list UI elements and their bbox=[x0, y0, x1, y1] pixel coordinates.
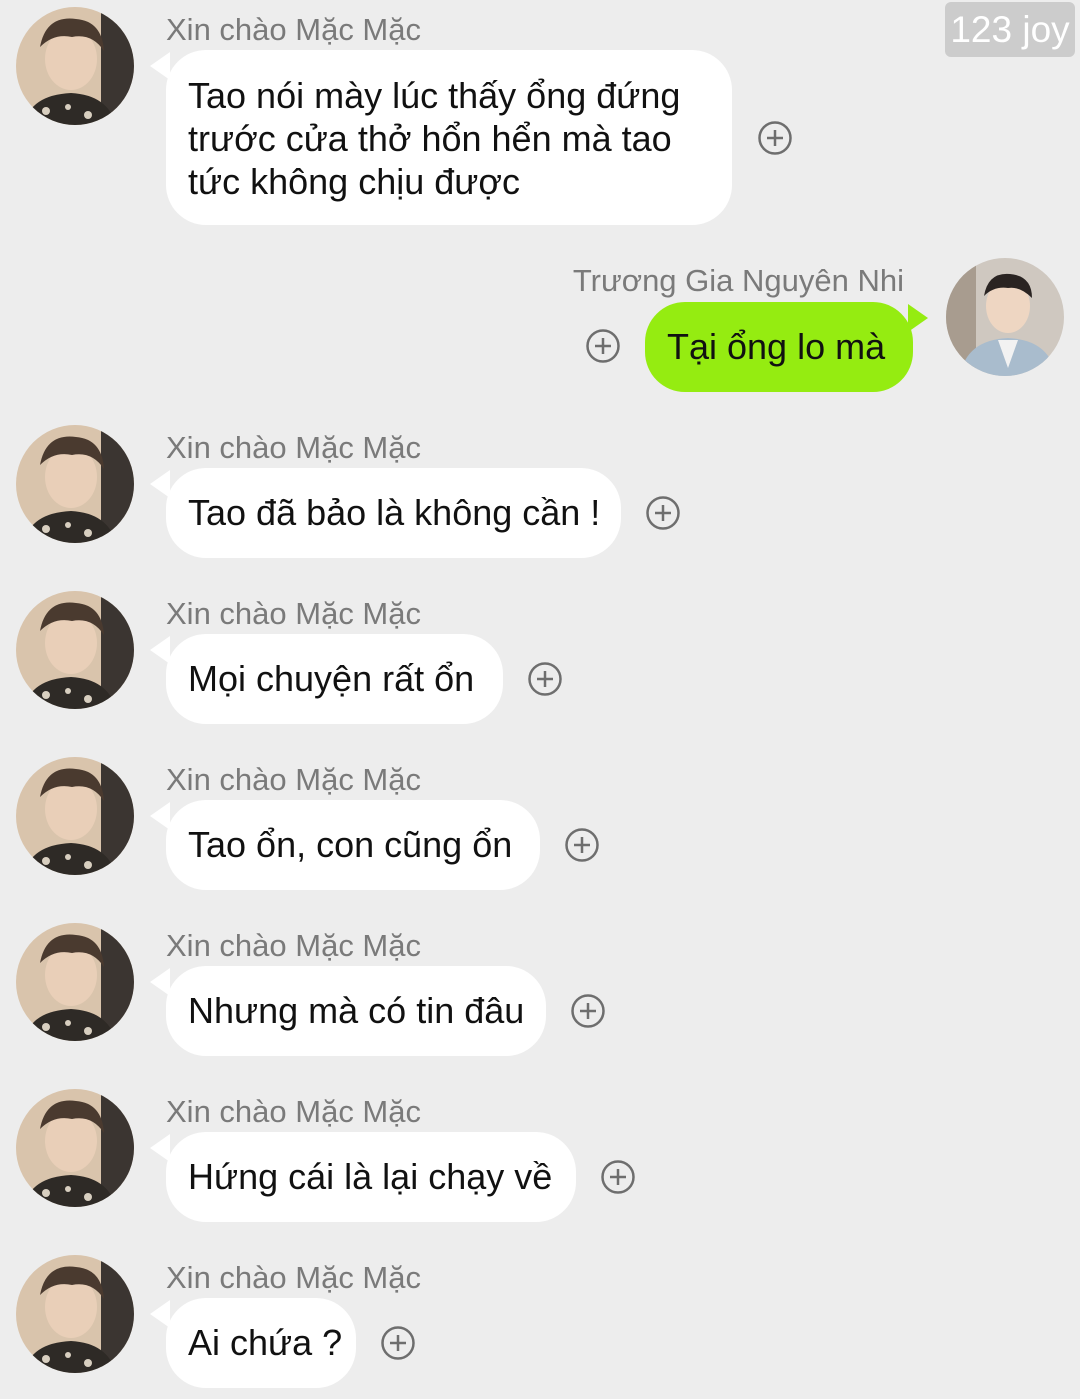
bubble-tail bbox=[150, 470, 170, 498]
avatar[interactable] bbox=[16, 1089, 134, 1207]
bubble-tail bbox=[150, 636, 170, 664]
bubble-tail bbox=[150, 968, 170, 996]
message-bubble[interactable]: Hứng cái là lại chạy về bbox=[166, 1132, 576, 1222]
plus-circle-icon[interactable] bbox=[586, 329, 620, 363]
sender-name: Xin chào Mặc Mặc bbox=[166, 12, 421, 47]
avatar[interactable] bbox=[16, 7, 134, 125]
message-bubble[interactable]: Tại ổng lo mà bbox=[645, 302, 913, 392]
avatar[interactable] bbox=[946, 258, 1064, 376]
sender-name: Xin chào Mặc Mặc bbox=[166, 1260, 421, 1295]
bubble-tail bbox=[150, 1134, 170, 1162]
sender-name: Xin chào Mặc Mặc bbox=[166, 596, 421, 631]
message-bubble[interactable]: Tao ổn, con cũng ổn bbox=[166, 800, 540, 890]
message-bubble[interactable]: Ai chứa ? bbox=[166, 1298, 356, 1388]
sender-name: Xin chào Mặc Mặc bbox=[166, 1094, 421, 1129]
plus-circle-icon[interactable] bbox=[646, 496, 680, 530]
bubble-tail bbox=[908, 304, 928, 332]
watermark: 123 joy bbox=[945, 2, 1075, 57]
plus-circle-icon[interactable] bbox=[571, 994, 605, 1028]
avatar[interactable] bbox=[16, 1255, 134, 1373]
bubble-tail bbox=[150, 1300, 170, 1328]
avatar[interactable] bbox=[16, 757, 134, 875]
sender-name: Trương Gia Nguyên Nhi bbox=[572, 263, 904, 298]
bubble-tail bbox=[150, 52, 170, 80]
plus-circle-icon[interactable] bbox=[601, 1160, 635, 1194]
sender-name: Xin chào Mặc Mặc bbox=[166, 430, 421, 465]
message-bubble[interactable]: Nhưng mà có tin đâu bbox=[166, 966, 546, 1056]
plus-circle-icon[interactable] bbox=[528, 662, 562, 696]
avatar[interactable] bbox=[16, 591, 134, 709]
plus-circle-icon[interactable] bbox=[758, 121, 792, 155]
message-bubble[interactable]: Tao đã bảo là không cần ! bbox=[166, 468, 621, 558]
avatar[interactable] bbox=[16, 923, 134, 1041]
sender-name: Xin chào Mặc Mặc bbox=[166, 928, 421, 963]
bubble-tail bbox=[150, 802, 170, 830]
sender-name: Xin chào Mặc Mặc bbox=[166, 762, 421, 797]
plus-circle-icon[interactable] bbox=[381, 1326, 415, 1360]
message-bubble[interactable]: Tao nói mày lúc thấy ổng đứng trước cửa … bbox=[166, 50, 732, 225]
avatar[interactable] bbox=[16, 425, 134, 543]
message-bubble[interactable]: Mọi chuyện rất ổn bbox=[166, 634, 503, 724]
plus-circle-icon[interactable] bbox=[565, 828, 599, 862]
